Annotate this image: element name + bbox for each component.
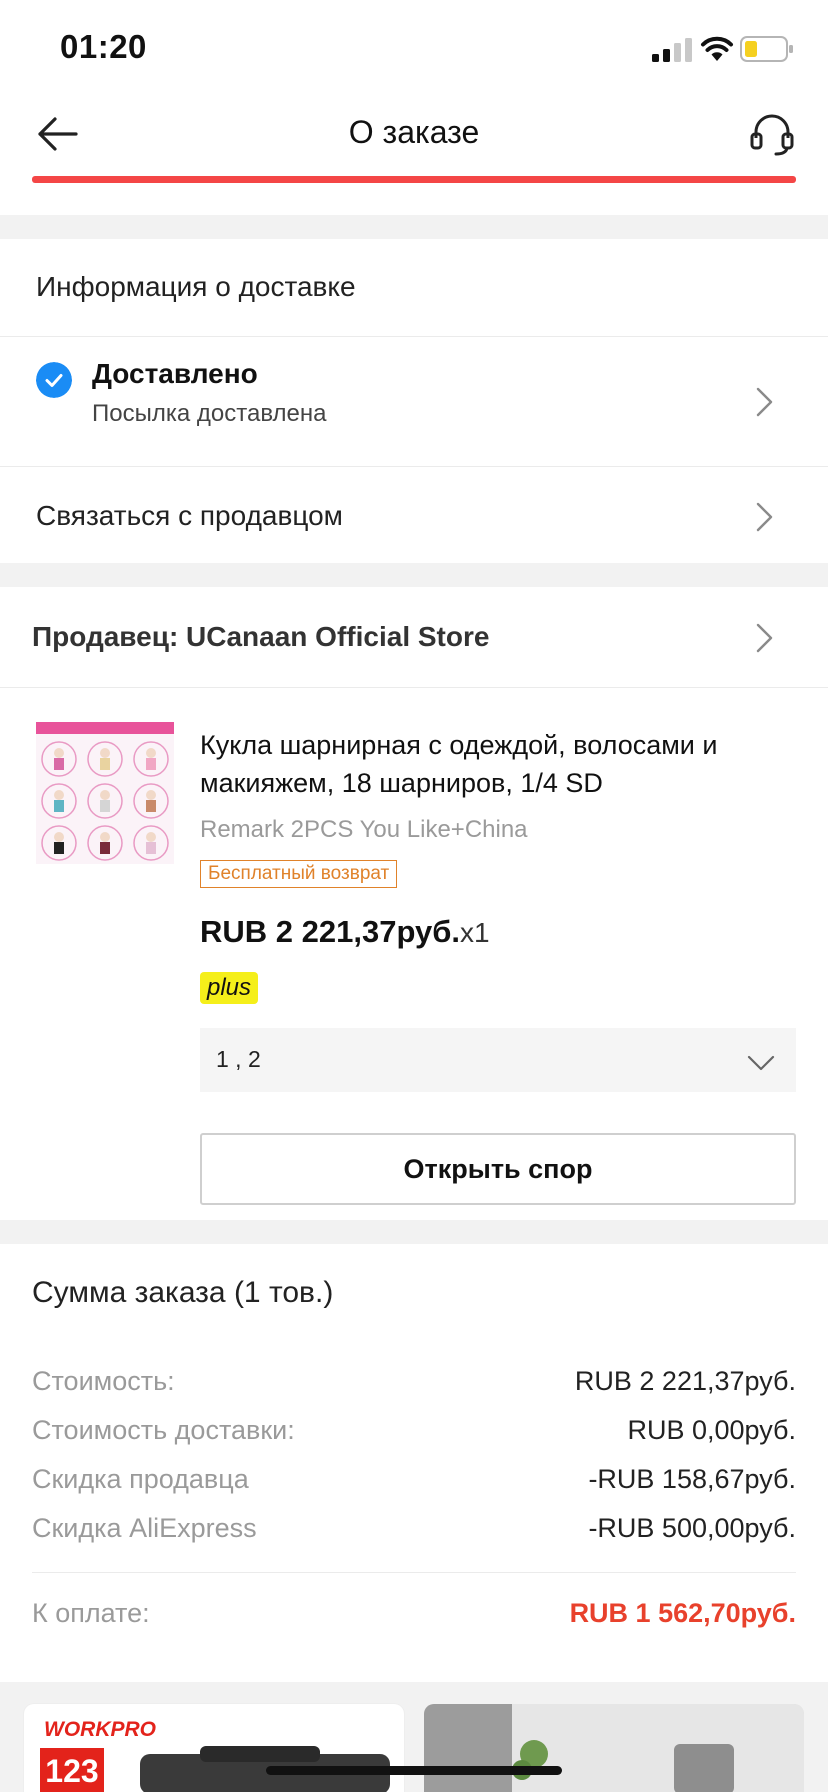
wifi-icon — [701, 36, 733, 61]
home-indicator — [266, 1766, 562, 1775]
product-title[interactable]: Кукла шарнирная с одеждой, волосами и ма… — [200, 726, 800, 802]
order-details-screen: 01:20 О заказе Информация о доставке Дос… — [0, 0, 828, 1792]
total-label: К оплате: — [32, 1598, 150, 1628]
recommendation-card[interactable]: WORKPRO 123 — [24, 1704, 404, 1792]
delivery-status-title: Доставлено — [92, 358, 258, 389]
section-gap — [0, 563, 828, 587]
brand-logo: WORKPRO — [44, 1718, 156, 1741]
summary-value: -RUB 500,00руб. — [588, 1513, 796, 1543]
delivery-status-subtitle: Посылка доставлена — [92, 400, 327, 427]
chevron-right-icon — [756, 387, 773, 417]
headset-icon[interactable] — [746, 108, 798, 160]
summary-value: -RUB 158,67руб. — [588, 1464, 796, 1494]
product-thumbnail — [424, 1704, 804, 1792]
section-gap — [0, 215, 828, 239]
option-select[interactable]: 1 , 2 — [200, 1028, 796, 1092]
signal-icon — [652, 38, 692, 62]
summary-label: Стоимость: — [32, 1366, 175, 1396]
summary-value: RUB 2 221,37руб. — [574, 1366, 796, 1396]
price-row: RUB 2 221,37руб.x1 — [200, 914, 490, 950]
product-price: RUB 2 221,37руб. — [200, 914, 460, 949]
recommendation-card[interactable] — [424, 1704, 804, 1792]
divider — [32, 1572, 796, 1573]
chevron-right-icon — [756, 623, 773, 653]
delivery-section-title: Информация о доставке — [36, 271, 356, 302]
option-select-value: 1 , 2 — [216, 1046, 261, 1072]
chevron-down-icon — [747, 1055, 775, 1071]
brand-badge: 123 — [40, 1748, 104, 1792]
summary-label: Скидка AliExpress — [32, 1513, 257, 1543]
seller-name: Продавец: UCanaan Official Store — [32, 621, 490, 652]
status-bar: 01:20 — [0, 0, 828, 100]
plus-badge: plus — [200, 972, 258, 1004]
page-title: О заказе — [348, 114, 480, 150]
product-image[interactable] — [36, 722, 174, 864]
summary-label: Скидка продавца — [32, 1464, 249, 1494]
section-gap — [0, 1220, 828, 1244]
total-value: RUB 1 562,70руб. — [569, 1598, 796, 1628]
battery-icon — [740, 36, 793, 62]
free-return-badge: Бесплатный возврат — [200, 860, 398, 888]
product-variant: Remark 2PCS You Like+China — [200, 816, 528, 843]
summary-value: RUB 0,00руб. — [627, 1415, 796, 1445]
chevron-right-icon — [756, 502, 773, 532]
status-time: 01:20 — [60, 28, 147, 65]
order-summary-title: Сумма заказа (1 тов.) — [32, 1276, 334, 1309]
open-dispute-button[interactable]: Открыть спор — [200, 1133, 796, 1205]
divider — [0, 687, 828, 688]
contact-seller-label: Связаться с продавцом — [36, 500, 343, 531]
summary-label: Стоимость доставки: — [32, 1415, 295, 1445]
product-quantity: x1 — [459, 917, 490, 948]
nav-bar: О заказе — [0, 100, 828, 183]
nav-accent-bar — [32, 176, 796, 183]
check-circle-icon — [36, 362, 72, 398]
